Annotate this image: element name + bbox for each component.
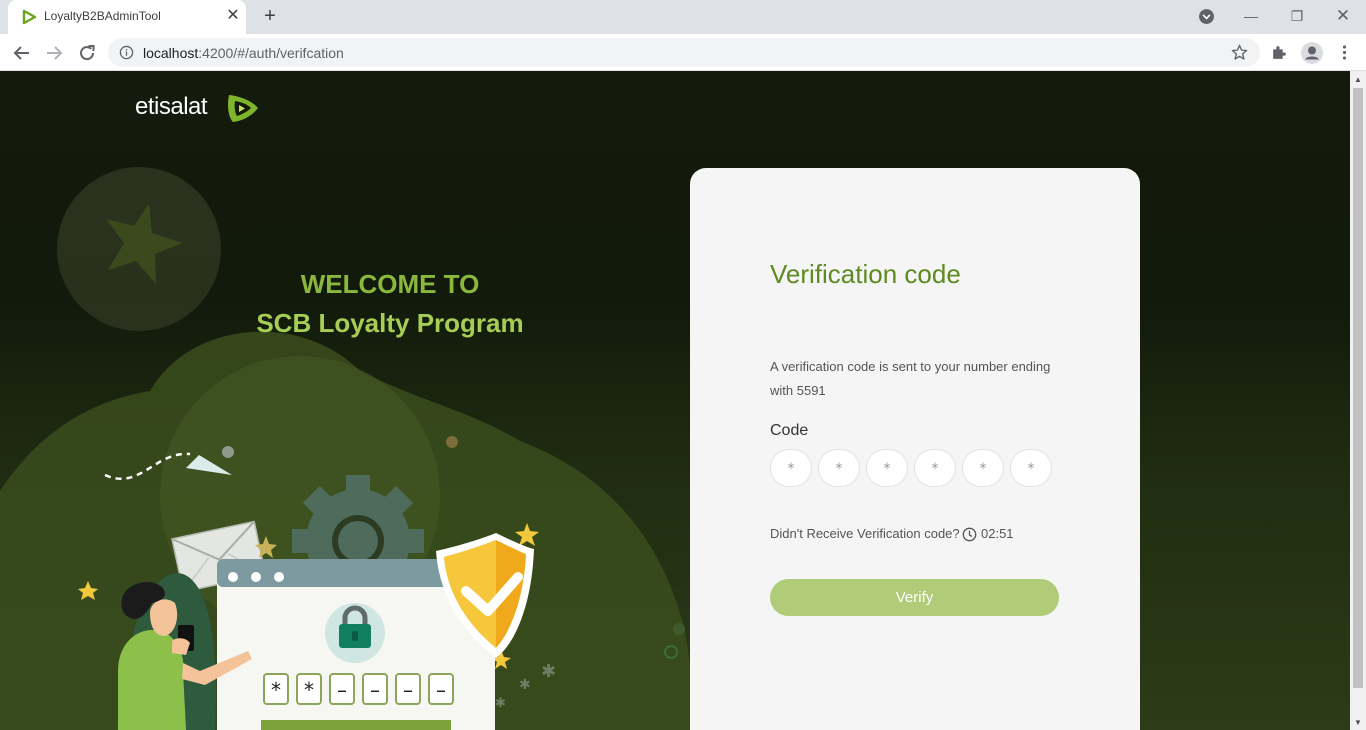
password-mask-char: * <box>304 678 314 702</box>
extensions-puzzle-icon[interactable] <box>1270 43 1289 62</box>
clock-icon <box>962 527 977 542</box>
password-mask-char: – <box>436 678 446 702</box>
hero-illustration: ✱ ✱ ✱ * * – – – – <box>0 167 700 730</box>
browser-menu-icon[interactable] <box>1335 43 1354 62</box>
scroll-up-arrow-icon[interactable]: ▲ <box>1354 75 1362 84</box>
code-digit-input[interactable]: * <box>818 449 860 487</box>
browser-tab-bar: LoyaltyB2BAdminTool ✕ + — ❐ ✕ <box>0 0 1366 34</box>
browser-toolbar: localhost:4200/#/auth/verifcation <box>0 34 1366 71</box>
back-arrow-icon[interactable] <box>10 41 34 65</box>
url-host: localhost <box>143 45 199 61</box>
tab-search-icon[interactable] <box>1198 8 1215 25</box>
profile-avatar-icon[interactable] <box>1300 41 1324 65</box>
code-digit-input[interactable]: * <box>914 449 956 487</box>
page-scrollbar[interactable]: ▲ ▼ <box>1350 71 1366 730</box>
verification-card: Verification code A verification code is… <box>690 168 1140 730</box>
url-path: :4200/#/auth/verifcation <box>198 45 344 61</box>
etisalat-favicon-icon <box>22 9 37 25</box>
svg-text:✱: ✱ <box>541 661 556 682</box>
logo-text: etisalat <box>135 93 208 120</box>
code-digit-input[interactable]: * <box>866 449 908 487</box>
new-tab-button[interactable]: + <box>259 5 281 27</box>
welcome-heading: WELCOME TO <box>300 269 480 299</box>
scrollbar-thumb[interactable] <box>1353 88 1363 688</box>
verify-button[interactable]: Verify <box>770 579 1059 616</box>
code-digit-input[interactable]: * <box>770 449 812 487</box>
window-minimize-button[interactable]: — <box>1237 4 1265 28</box>
login-page: ✱ ✱ ✱ * * – – – – etisalat WELCOME TO SC… <box>0 71 1350 730</box>
card-title: Verification code <box>770 259 961 289</box>
countdown-timer: 02:51 <box>981 526 1014 541</box>
window-restore-button[interactable]: ❐ <box>1283 4 1311 28</box>
verification-description: A verification code is sent to your numb… <box>770 359 1051 398</box>
bookmark-star-icon[interactable] <box>1230 43 1249 62</box>
scroll-down-arrow-icon[interactable]: ▼ <box>1354 718 1362 727</box>
tab-close-icon[interactable]: ✕ <box>224 7 242 25</box>
code-label: Code <box>770 422 809 439</box>
site-info-icon[interactable] <box>119 45 134 60</box>
password-mask-char: – <box>337 678 347 702</box>
password-mask-char: – <box>403 678 413 702</box>
browser-tab[interactable]: LoyaltyB2BAdminTool ✕ <box>8 0 246 34</box>
reload-icon[interactable] <box>75 41 99 65</box>
svg-text:✱: ✱ <box>519 677 531 693</box>
code-digit-input[interactable]: * <box>962 449 1004 487</box>
code-digit-input[interactable]: * <box>1010 449 1052 487</box>
address-bar[interactable]: localhost:4200/#/auth/verifcation <box>108 38 1260 67</box>
tab-title: LoyaltyB2BAdminTool <box>44 9 161 23</box>
url-text[interactable]: localhost:4200/#/auth/verifcation <box>143 45 344 61</box>
password-mask-char: – <box>370 678 380 702</box>
svg-text:✱: ✱ <box>495 696 506 711</box>
forward-arrow-icon[interactable] <box>42 41 66 65</box>
program-name-heading: SCB Loyalty Program <box>256 308 524 338</box>
window-close-button[interactable]: ✕ <box>1329 4 1357 28</box>
resend-code-link[interactable]: Didn't Receive Verification code? <box>770 526 960 541</box>
password-mask-char: * <box>271 678 281 702</box>
etisalat-logo-mark-icon <box>228 95 258 122</box>
